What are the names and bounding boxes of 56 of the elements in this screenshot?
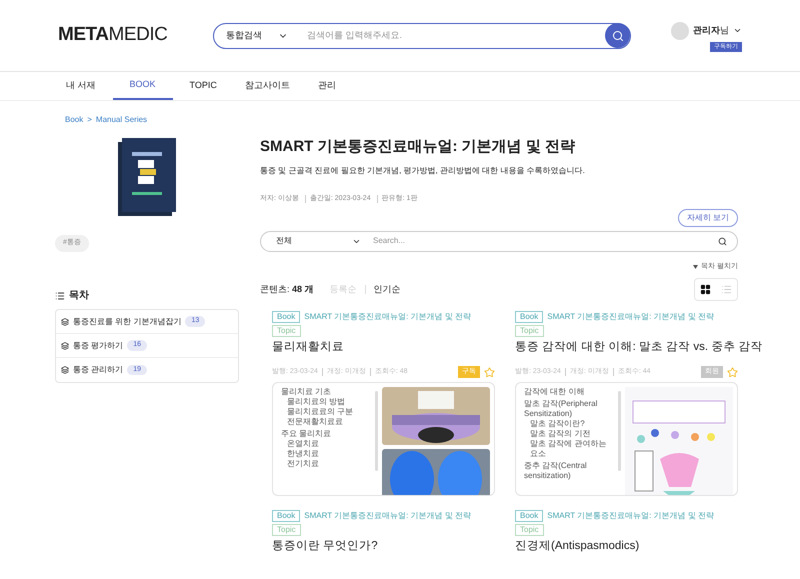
card-title[interactable]: 진경제(Antispasmodics): [515, 539, 640, 553]
card-title[interactable]: 통증이란 무엇인가?: [272, 539, 378, 553]
outline-item: 물리치료료의 구분: [286, 407, 354, 417]
content-search-bar[interactable]: 전체 Search...: [260, 230, 738, 252]
layers-icon: [61, 342, 69, 350]
caret-icon: [693, 264, 698, 269]
list-icon: [55, 290, 65, 300]
detail-button[interactable]: 자세히 보기: [678, 208, 738, 226]
nav-tab[interactable]: TOPIC: [178, 72, 228, 100]
search-button[interactable]: [605, 23, 630, 48]
nav-tab[interactable]: 참고사이트: [234, 72, 301, 100]
outline-item: 말초 감작의 기전: [529, 429, 592, 439]
search-icon: [612, 30, 624, 42]
outline-heading: 주요 물리치료: [281, 429, 332, 439]
layers-icon: [61, 318, 69, 326]
outline-item: 전문재활치료료: [286, 417, 344, 427]
outline-heading: 물리치료 기초: [281, 387, 332, 397]
category-dropdown[interactable]: 전체: [261, 235, 361, 247]
toc-title: 목차: [69, 289, 89, 303]
nav-tab[interactable]: 내 서재: [55, 72, 107, 100]
outline-item: 말초 감작에 관여하는 요소: [529, 439, 608, 459]
grid-icon: [700, 284, 711, 295]
toc-label: 통증진료를 위한 기본개념잡기: [73, 316, 182, 328]
toc-label: 통증 평가하기: [73, 340, 124, 352]
preview-card[interactable]: 감작에 대한 이해 말초 감작(Peripheral Sensitization) 말초 감작이란? 말초 감작의 기전 말초 감작에 관여하는 요소 중추 감작(Central sensitization): [515, 382, 738, 496]
outline-item: 말초 감작이란?: [529, 419, 586, 429]
outline-item: 온열치료: [286, 439, 320, 449]
breadcrumb-item[interactable]: Book: [65, 114, 84, 126]
caret-icon[interactable]: [733, 26, 742, 35]
outline-item: 한냉치료: [286, 449, 320, 459]
logo[interactable]: METAMEDIC: [58, 21, 213, 50]
list-icon: [721, 284, 732, 295]
preview-card[interactable]: 물리치료 기초 물리치료의 방법 물리치료료의 구분 전문재활치료료 주요 물리치료 온열치료 한냉치료 전기치료: [272, 382, 495, 496]
outline-item: 물리치료의 방법: [286, 397, 346, 407]
toc-label: 통증 관리하기: [73, 364, 124, 376]
outline-item: 전기치료: [286, 459, 320, 469]
outline-heading: 말초 감작(Peripheral Sensitization): [524, 399, 598, 419]
star-icon[interactable]: [727, 366, 738, 378]
search-scope-dropdown[interactable]: 통합검색: [214, 28, 299, 42]
breadcrumb-item: >: [87, 114, 92, 126]
search-icon[interactable]: [718, 236, 727, 246]
nav-tab[interactable]: BOOK: [112, 72, 173, 100]
breadcrumb-item[interactable]: Manual Series: [96, 114, 148, 126]
layers-icon: [61, 366, 69, 374]
user-name[interactable]: 관리자님: [693, 24, 729, 38]
nav-tab[interactable]: 관리: [306, 72, 347, 100]
outline-heading: 중추 감작(Central sensitization): [524, 461, 588, 481]
search-bar[interactable]: 통합검색 검색어를 입력해주세요.: [213, 22, 631, 48]
book-title: SMART 기본통증진료매뉴얼: 기본개념 및 전략: [260, 137, 576, 157]
outline-heading: 감작에 대한 이해: [524, 387, 586, 397]
star-icon[interactable]: [484, 366, 495, 378]
card-title[interactable]: 물리재활치료: [272, 340, 344, 354]
book-description: 통증 및 근골격 진료에 필요한 기본개념, 평가방법, 관리방법에 대한 내용을 수록하였습니다.: [260, 164, 586, 176]
card-title[interactable]: 통증 감작에 대한 이해: 말초 감작 vs. 중추 감작: [515, 340, 762, 354]
sort-option[interactable]: 인기순: [364, 285, 401, 294]
contents-count: 콘텐츠: 48 개: [260, 282, 314, 296]
